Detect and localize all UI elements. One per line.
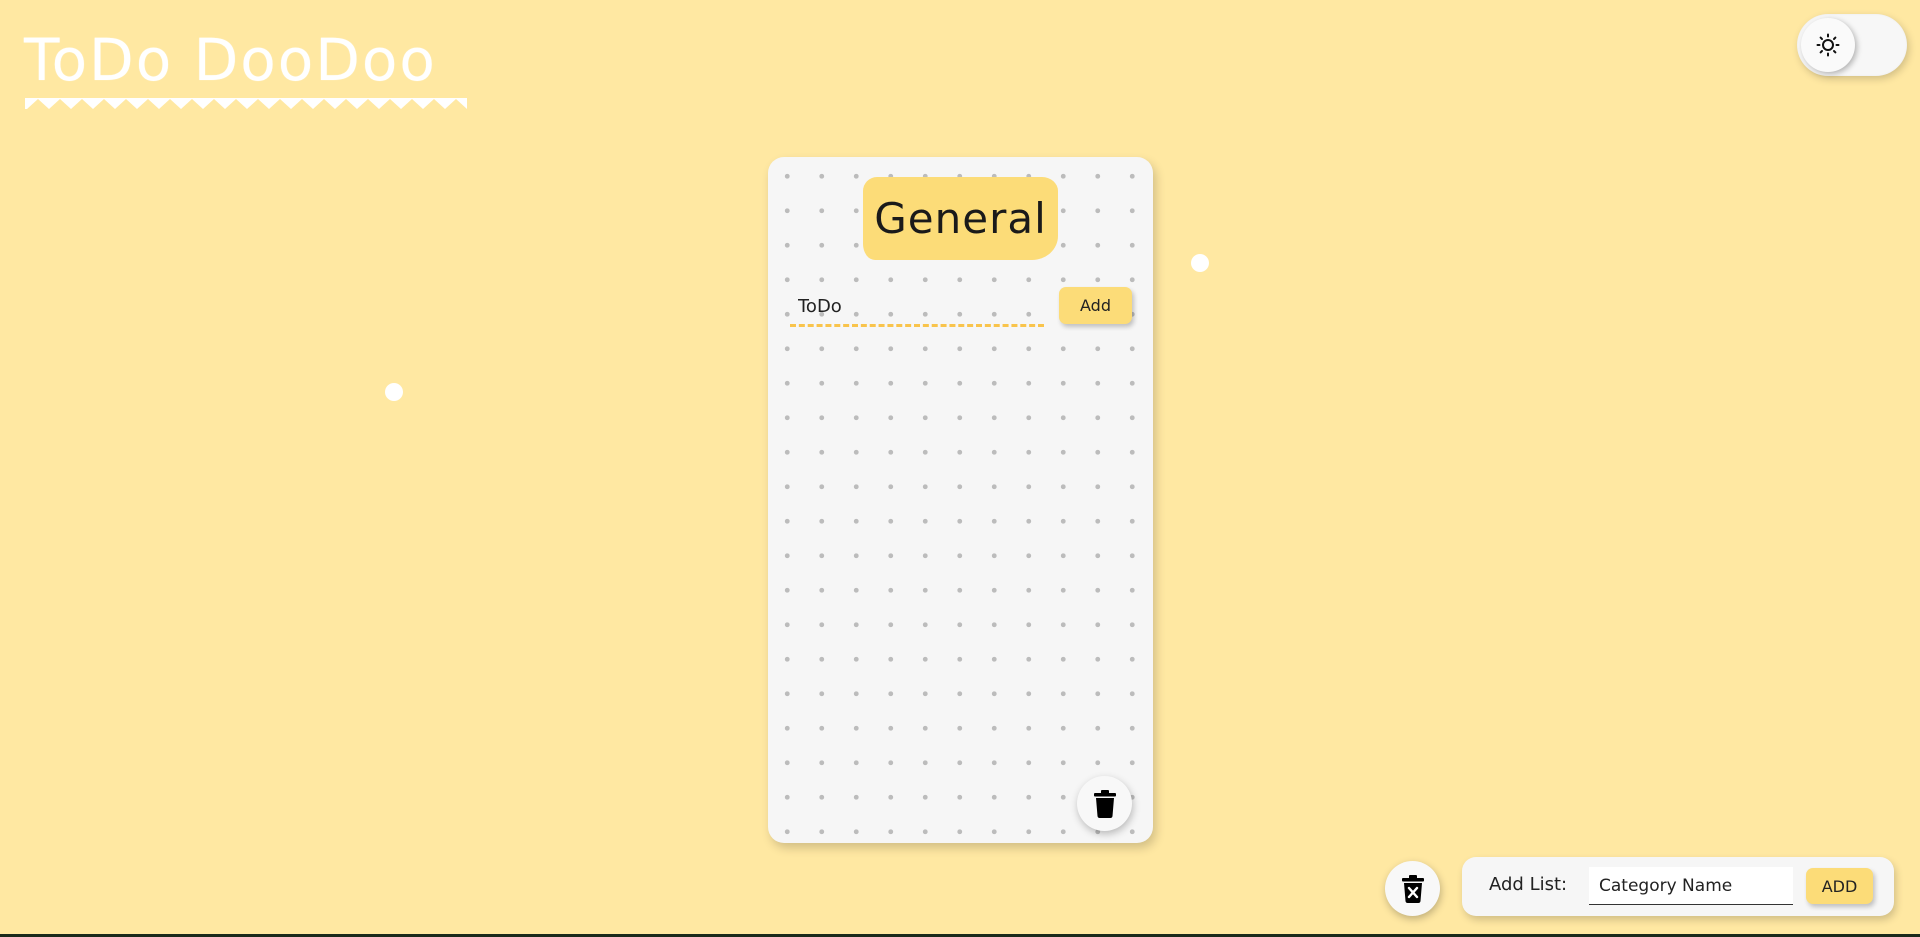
- add-todo-button[interactable]: Add: [1059, 287, 1132, 324]
- delete-all-lists-button[interactable]: [1385, 861, 1440, 916]
- todo-list-card: General Add: [768, 157, 1153, 843]
- trash-x-icon: [1401, 874, 1424, 903]
- sun-icon: [1816, 33, 1840, 57]
- list-title: General: [874, 194, 1047, 243]
- category-name-input[interactable]: [1589, 867, 1793, 905]
- add-list-panel: Add List: ADD: [1462, 857, 1894, 916]
- decorative-dot: [385, 383, 403, 401]
- delete-list-button[interactable]: [1077, 776, 1132, 831]
- title-zigzag-underline: [25, 98, 467, 109]
- theme-toggle[interactable]: [1797, 14, 1907, 76]
- decorative-dot: [1191, 254, 1209, 272]
- trash-icon: [1093, 789, 1116, 818]
- list-title-badge: General: [863, 177, 1058, 260]
- app-page: ToDo DooDoo General ToDo Add Add List: C…: [0, 0, 1920, 937]
- add-list-button[interactable]: ADD: [1806, 868, 1873, 904]
- add-list-label: Add List:: [1489, 874, 1568, 895]
- todo-input[interactable]: [790, 289, 1044, 327]
- theme-toggle-knob[interactable]: [1801, 18, 1855, 72]
- app-title: ToDo DooDoo: [24, 26, 437, 94]
